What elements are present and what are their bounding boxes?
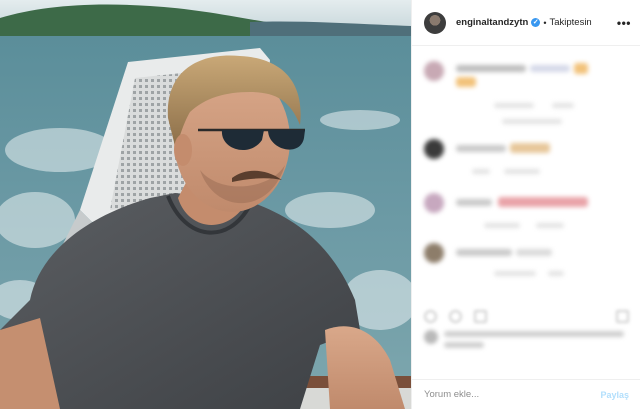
likes-text-blur	[444, 331, 624, 337]
photo-scene	[0, 0, 411, 409]
author-avatar[interactable]	[424, 11, 446, 34]
post-side-panel: enginaltandzytn ✓ • Takiptesin ••• Yorum…	[411, 0, 640, 409]
likes-summary	[424, 328, 629, 352]
view-replies-blur	[502, 119, 562, 124]
like-heart-icon[interactable]	[424, 309, 437, 323]
comment-meta-blur	[504, 169, 540, 174]
emoji-blur	[574, 63, 588, 74]
comment-input[interactable]	[424, 384, 601, 405]
comment-meta-blur	[552, 103, 574, 108]
emoji-blur	[456, 77, 476, 87]
comment-text-blur	[530, 65, 570, 72]
post-action-bar	[412, 302, 640, 330]
comment-username-blur	[456, 145, 506, 152]
follow-status-button[interactable]: Takiptesin	[549, 17, 591, 28]
header-separator: •	[543, 17, 547, 28]
commenter-avatar	[424, 193, 444, 213]
comment-item	[424, 61, 629, 131]
share-send-icon[interactable]	[474, 309, 487, 323]
more-dots-icon[interactable]: •••	[617, 16, 631, 30]
comment-list	[412, 47, 640, 297]
verified-badge-icon: ✓	[531, 18, 541, 27]
comment-item	[424, 139, 629, 179]
likes-text-blur	[444, 342, 484, 348]
save-bookmark-icon[interactable]	[616, 309, 629, 323]
comment-meta-blur	[494, 271, 536, 276]
comment-text-blur	[516, 249, 552, 256]
comment-username-blur	[456, 65, 526, 72]
emoji-blur	[510, 143, 550, 153]
comment-item	[424, 193, 629, 233]
comment-meta-blur	[472, 169, 490, 174]
liker-avatar	[424, 330, 438, 344]
post-comment-button[interactable]: Paylaş	[600, 390, 629, 400]
comment-meta-blur	[484, 223, 520, 228]
commenter-avatar	[424, 243, 444, 263]
comment-username-blur	[456, 199, 492, 206]
author-username[interactable]: enginaltandzytn	[456, 17, 528, 28]
emoji-blur	[498, 197, 588, 207]
comment-meta-blur	[548, 271, 564, 276]
commenter-avatar	[424, 139, 444, 159]
add-comment-bar: Paylaş	[412, 379, 640, 409]
comment-username-blur	[456, 249, 512, 256]
post-header: enginaltandzytn ✓ • Takiptesin •••	[412, 0, 640, 46]
commenter-avatar	[424, 61, 444, 81]
comment-meta-blur	[494, 103, 534, 108]
comment-item	[424, 243, 629, 283]
comment-bubble-icon[interactable]	[449, 309, 462, 323]
post-photo[interactable]	[0, 0, 411, 409]
comment-meta-blur	[536, 223, 564, 228]
